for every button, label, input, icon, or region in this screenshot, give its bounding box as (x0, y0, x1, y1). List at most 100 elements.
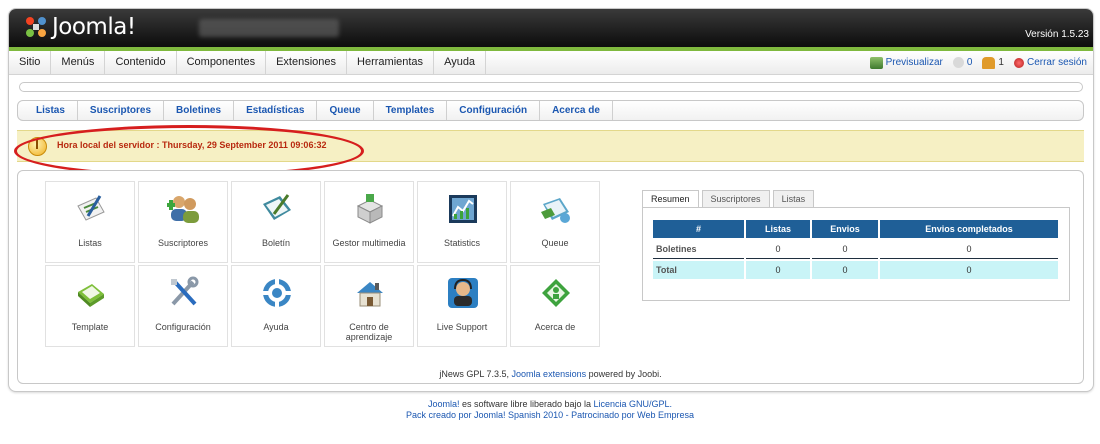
tile-suscriptores[interactable]: Suscriptores (138, 181, 228, 263)
template-icon (78, 284, 104, 307)
subnav-acerca-de[interactable]: Acerca de (540, 101, 613, 120)
messages-icon (952, 57, 964, 68)
tile-label: Listas (78, 238, 102, 248)
joomla-extensions-link[interactable]: Joomla extensions (512, 369, 587, 379)
license-link[interactable]: Licencia GNU/GPL. (594, 399, 673, 409)
tile-statistics[interactable]: Statistics (417, 181, 507, 263)
joomla-logo[interactable]: Joomla! (23, 14, 136, 40)
subnav-boletines[interactable]: Boletines (164, 101, 235, 120)
newsletter-icon (263, 194, 291, 220)
tile-centro-aprendizaje[interactable]: Centro de aprendizaje (324, 265, 414, 347)
preview-link[interactable]: Previsualizar (869, 56, 943, 69)
tile-template[interactable]: Template (45, 265, 135, 347)
component-subnav: Listas Suscriptores Boletines Estadístic… (17, 100, 1084, 121)
header-envios-completados: Envios completados (880, 220, 1058, 238)
main-menu: Sitio Menús Contenido Componentes Extens… (9, 51, 1093, 75)
subnav-estadisticas[interactable]: Estadísticas (234, 101, 318, 120)
preview-label: Previsualizar (885, 57, 943, 68)
learning-center-icon (357, 282, 383, 307)
subnav-queue[interactable]: Queue (317, 101, 374, 120)
tile-label: Statistics (443, 238, 480, 248)
messages-indicator[interactable]: 0 (952, 57, 973, 68)
powered-prefix: jNews GPL 7.3.5, (439, 369, 512, 379)
footer-line-1: Joomla! es software libre liberado bajo … (0, 399, 1100, 410)
menu-item-componentes[interactable]: Componentes (177, 51, 267, 74)
tile-acerca-de[interactable]: Acerca de (510, 265, 600, 347)
summary-header-row: # Listas Envios Envios completados (653, 220, 1058, 238)
empty-progress-bar (19, 82, 1083, 92)
blurred-site-name (199, 19, 339, 37)
powered-by-line: jNews GPL 7.3.5, Joomla extensions power… (18, 369, 1083, 379)
menu-item-extensiones[interactable]: Extensiones (266, 51, 348, 74)
joomla-link[interactable]: Joomla! (428, 399, 460, 409)
header-listas: Listas (746, 220, 810, 238)
lists-icon (77, 195, 105, 221)
footer-credits-link[interactable]: Pack creado por Joomla! Spanish 2010 - P… (0, 410, 1100, 421)
summary-box: # Listas Envios Envios completados Bolet… (642, 207, 1070, 301)
menu-item-herramientas[interactable]: Herramientas (347, 51, 435, 74)
help-icon (262, 278, 292, 308)
tile-label: Template (71, 322, 109, 332)
tile-live-support[interactable]: Live Support (417, 265, 507, 347)
tile-label: Gestor multimedia (332, 238, 406, 248)
cell-value: 0 (746, 261, 810, 279)
header-bar: Joomla! Versión 1.5.23 (9, 9, 1093, 51)
cell-value: 0 (880, 240, 1058, 259)
menu-item-contenido[interactable]: Contenido (105, 51, 177, 74)
tile-label: Ayuda (263, 322, 289, 332)
subscribers-icon (167, 196, 199, 223)
media-manager-icon (356, 194, 384, 224)
logout-link[interactable]: Cerrar sesión (1013, 57, 1087, 68)
tile-label: Suscriptores (157, 238, 209, 248)
users-count: 1 (998, 57, 1004, 68)
tile-ayuda[interactable]: Ayuda (231, 265, 321, 347)
users-indicator[interactable]: 1 (982, 56, 1004, 69)
messages-count: 0 (966, 57, 973, 68)
subnav-suscriptores[interactable]: Suscriptores (78, 101, 165, 120)
statistics-icon (449, 195, 477, 223)
menu-status-area: Previsualizar 0 1 Cerrar sesión (860, 51, 1087, 74)
menu-item-menus[interactable]: Menús (51, 51, 106, 74)
version-label: Versión 1.5.23 (1025, 29, 1089, 40)
tile-gestor-multimedia[interactable]: Gestor multimedia (324, 181, 414, 263)
configuration-icon (171, 276, 199, 306)
tab-suscriptores[interactable]: Suscriptores (701, 190, 770, 207)
page-footer: Joomla! es software libre liberado bajo … (0, 399, 1100, 421)
tile-label: Configuración (155, 322, 211, 332)
row-label: Boletines (653, 240, 744, 259)
header-hash: # (653, 220, 744, 238)
subnav-templates[interactable]: Templates (374, 101, 448, 120)
tab-resumen[interactable]: Resumen (642, 190, 699, 207)
tile-label: Acerca de (534, 322, 576, 332)
summary-tabs: Resumen Suscriptores Listas (642, 190, 817, 208)
live-support-icon (448, 278, 478, 308)
tile-listas[interactable]: Listas (45, 181, 135, 263)
tab-listas[interactable]: Listas (772, 190, 815, 207)
dashboard-panel: Listas Suscriptores Boletín Gestor multi… (17, 170, 1084, 384)
logout-label: Cerrar sesión (1026, 57, 1087, 68)
logo-text: Joomla! (52, 14, 136, 40)
cell-value: 0 (880, 261, 1058, 279)
cell-value: 0 (746, 240, 810, 259)
queue-icon (541, 198, 570, 223)
powered-suffix: powered by Joobi. (586, 369, 662, 379)
table-row: Boletines 0 0 0 (653, 240, 1058, 259)
footer-text: es software libre liberado bajo la (459, 399, 594, 409)
table-row: Total 0 0 0 (653, 261, 1058, 279)
subnav-configuracion[interactable]: Configuración (447, 101, 541, 120)
subnav-listas[interactable]: Listas (18, 101, 78, 120)
menu-item-ayuda[interactable]: Ayuda (434, 51, 487, 74)
summary-table: # Listas Envios Envios completados Bolet… (651, 218, 1060, 281)
users-icon (982, 56, 996, 69)
tile-label: Centro de aprendizaje (345, 322, 393, 342)
cell-value: 0 (812, 261, 878, 279)
menu-item-sitio[interactable]: Sitio (9, 51, 52, 74)
tile-label: Boletín (261, 238, 291, 248)
tile-queue[interactable]: Queue (510, 181, 600, 263)
row-label: Total (653, 261, 744, 279)
tile-configuracion[interactable]: Configuración (138, 265, 228, 347)
tile-boletin[interactable]: Boletín (231, 181, 321, 263)
about-icon (542, 279, 570, 307)
tile-label: Queue (541, 238, 569, 248)
header-envios: Envios (812, 220, 878, 238)
